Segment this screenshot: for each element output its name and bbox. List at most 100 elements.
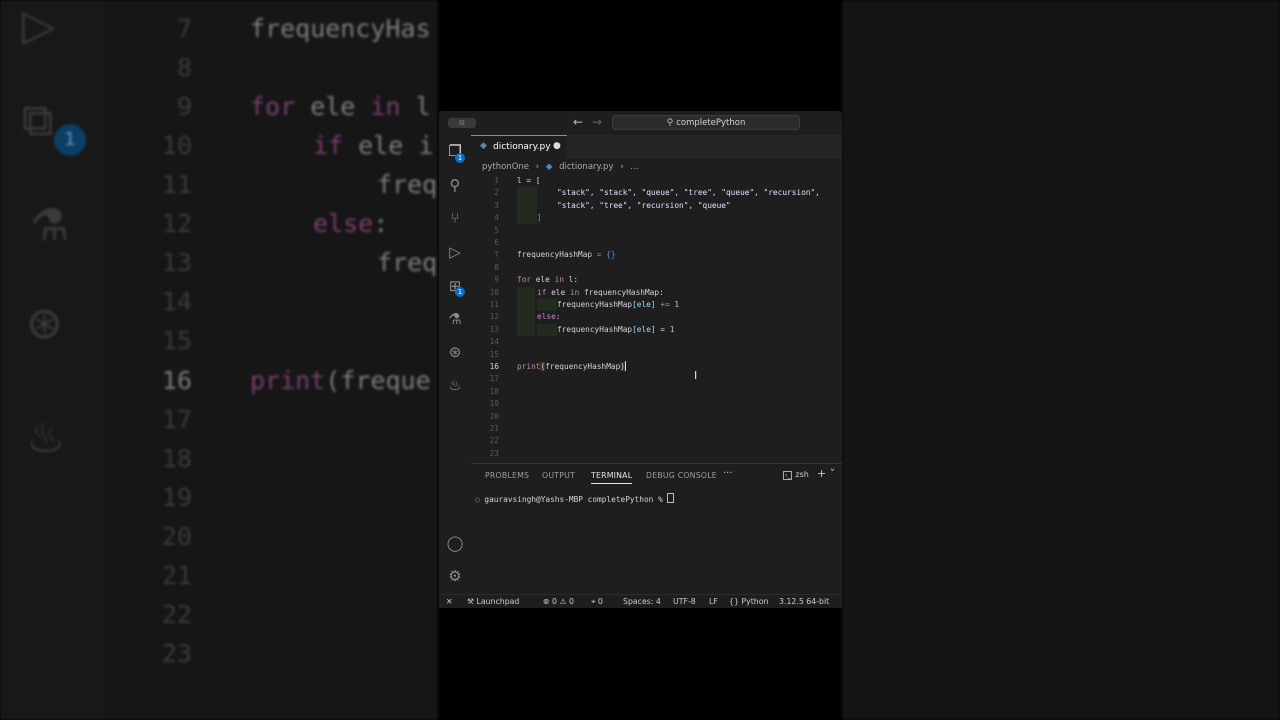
testing-flask-icon[interactable]: ⚗	[445, 309, 465, 329]
bg-code-text: l	[400, 92, 431, 121]
operator: =	[655, 324, 670, 334]
workspace-name: completePython	[676, 118, 746, 128]
code-text: [ele]	[632, 324, 656, 334]
bg-line-number: 11	[161, 170, 192, 199]
line-number: 11	[489, 300, 499, 309]
bg-keyword: else	[313, 209, 374, 238]
code-line-4: ]	[537, 213, 542, 223]
breadcrumb-file[interactable]: dictionary.py	[559, 162, 613, 172]
python-interpreter[interactable]: 3.12.5 64-bit	[779, 597, 829, 606]
code-line-3: "stack", "tree", "recursion", "queue"	[557, 200, 731, 210]
line-number: 8	[494, 262, 499, 272]
bg-code-text: ele	[295, 92, 371, 121]
bg-code-line: else:	[313, 209, 388, 238]
language-mode[interactable]: {} Python	[729, 597, 768, 606]
broadcast-icon: ⌖	[591, 597, 598, 606]
line-number-current: 16	[489, 362, 499, 371]
code-text: :	[555, 312, 561, 322]
encoding-status[interactable]: UTF-8	[673, 597, 696, 606]
new-terminal-button[interactable]: + ˅	[817, 467, 835, 480]
bg-line-number: 9	[176, 92, 192, 121]
background-right	[842, 0, 1280, 720]
line-number: 21	[489, 424, 499, 433]
source-control-icon[interactable]: ⑂	[445, 208, 465, 228]
bg-line-number: 10	[161, 131, 192, 160]
command-center-search[interactable]: ⚲ completePython	[612, 115, 800, 130]
git-graph-icon[interactable]: ⊛	[445, 342, 465, 362]
bg-line-number: 23	[161, 639, 192, 668]
problems-counter[interactable]: ⊗ 0 ⚠ 0	[543, 597, 574, 606]
bg-code-line: for ele in l	[250, 92, 431, 121]
bg-line-number: 12	[161, 209, 192, 238]
toggle-sidebar-button[interactable]: ⊟	[448, 118, 476, 128]
keyword: if	[537, 287, 547, 297]
breadcrumb-more[interactable]: ...	[630, 162, 638, 172]
extensions-badge: 1	[455, 287, 465, 297]
tab-dictionary-py[interactable]: ◆ dictionary.py ●	[471, 135, 567, 159]
launchpad-item[interactable]: ⚒ Launchpad	[467, 597, 519, 606]
code-text: frequencyHashMap	[557, 324, 633, 334]
launchpad-label: Launchpad	[476, 597, 520, 606]
bg-line-number-current: 16	[161, 366, 192, 395]
indentation-status[interactable]: Spaces: 4	[623, 597, 661, 606]
line-number: 3	[494, 200, 499, 210]
bg-code-line: freq	[377, 248, 438, 277]
breadcrumb-separator: ›	[535, 162, 540, 172]
breadcrumb-separator: ›	[620, 162, 624, 172]
line-number: 15	[489, 349, 499, 359]
variable-name: frequencyHashMap	[517, 250, 593, 260]
code-text: ele	[531, 275, 555, 285]
line-number: 18	[489, 386, 499, 396]
terminal-shell-selector[interactable]: ›_ zsh	[783, 470, 809, 480]
code-line-11: frequencyHashMap[ele] += 1	[557, 299, 679, 311]
operator: +=	[655, 300, 675, 309]
more-actions-button[interactable]: ···	[723, 468, 733, 479]
number: 1	[669, 324, 675, 334]
line-number: 6	[494, 238, 499, 247]
ports-counter[interactable]: ⌖ 0	[591, 597, 603, 607]
account-icon[interactable]: ◯	[445, 533, 465, 553]
code-line-7: frequencyHashMap = {}	[517, 249, 616, 261]
search-icon: ⚲	[666, 118, 674, 128]
terminal-icon: ›_	[783, 471, 793, 480]
back-arrow-icon[interactable]: ←	[573, 115, 583, 129]
warning-count: 0	[568, 597, 574, 606]
run-debug-icon[interactable]: ▷	[445, 242, 465, 262]
code-line-2: "stack", "stack", "queue", "tree", "queu…	[557, 188, 820, 198]
keyword: for	[517, 275, 532, 285]
bg-function: print	[250, 366, 326, 395]
tab-problems[interactable]: PROBLEMS	[485, 471, 529, 480]
warning-icon: ⚠	[556, 597, 569, 606]
tab-debug-console[interactable]: DEBUG CONSOLE	[646, 471, 717, 480]
prompt-circle-icon: ○	[475, 495, 485, 504]
code-text: l:	[563, 275, 579, 285]
number: 1	[674, 300, 680, 309]
ports-count: 0	[597, 597, 603, 606]
remote-indicator-icon[interactable]: ✕	[446, 597, 453, 606]
forward-arrow-icon[interactable]: →	[592, 115, 602, 129]
bg-keyword: in	[370, 92, 401, 121]
eol-status[interactable]: LF	[709, 597, 718, 606]
tab-output[interactable]: OUTPUT	[542, 471, 575, 480]
bg-line-number: 15	[161, 326, 192, 355]
search-icon[interactable]: ⚲	[445, 175, 465, 195]
indent-guide	[537, 324, 557, 336]
code-line-9: for ele in l:	[517, 274, 578, 286]
bg-line-number: 21	[161, 561, 192, 590]
code-editor[interactable]: 1 2 3 4 5 6 7 8 9 10 11 12 13 14 15 16 1…	[471, 175, 842, 463]
unsaved-dot-icon[interactable]: ●	[553, 141, 561, 151]
breadcrumb-folder[interactable]: pythonOne	[482, 162, 529, 172]
vscode-window: ⊟ ← → ⚲ completePython ❐ 1 ⚲ ⑂ ▷ ⊞ 1 ⚗ ⊛ …	[439, 111, 842, 608]
bg-line-number: 22	[161, 600, 192, 629]
line-number: 7	[494, 250, 499, 260]
indent-guide	[537, 299, 557, 311]
keyword: in	[554, 275, 564, 285]
terminal-prompt[interactable]: ○ gauravsingh@Yashs-MBP completePython %	[475, 493, 675, 504]
lamp-icon[interactable]: ♨	[445, 375, 465, 395]
bg-code-line: frequencyHas	[250, 14, 431, 43]
settings-gear-icon[interactable]: ⚙	[445, 566, 465, 586]
bg-code-line: freq	[377, 170, 438, 199]
tab-terminal[interactable]: TERMINAL	[591, 471, 633, 484]
bg-line-number: 17	[161, 405, 192, 434]
extensions-icon: ⧉	[22, 95, 54, 146]
